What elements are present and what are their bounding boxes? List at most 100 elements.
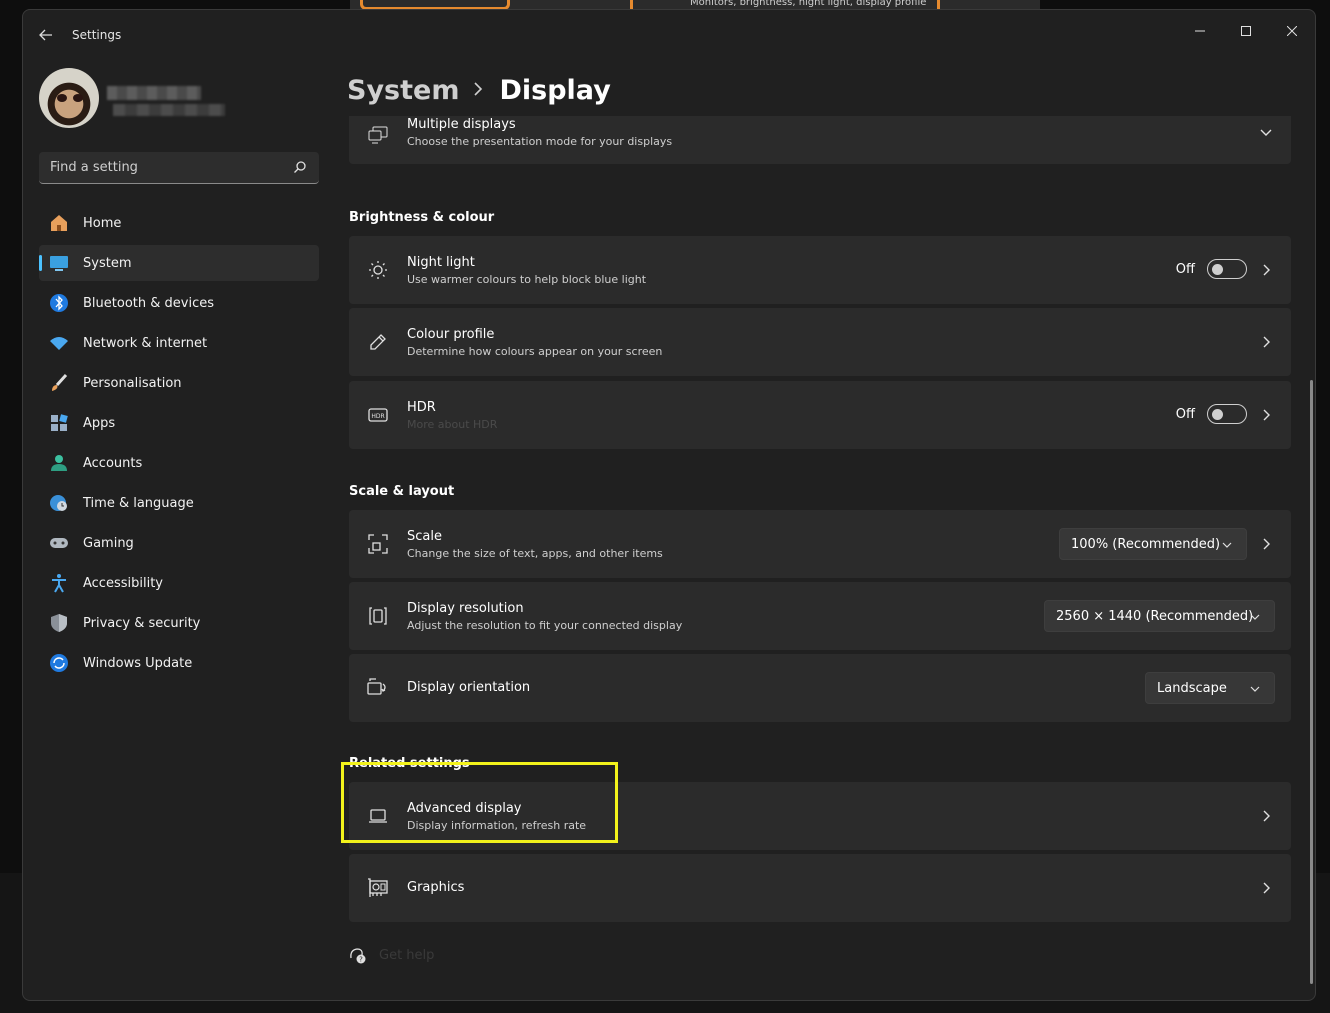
scale-section-title: Scale & layout: [349, 484, 455, 499]
scale-card[interactable]: Scale Change the size of text, apps, and…: [349, 510, 1291, 578]
night-light-card[interactable]: Night light Use warmer colours to help b…: [349, 236, 1291, 304]
resolution-value: 2560 × 1440 (Recommended): [1056, 608, 1254, 624]
scale-value: 100% (Recommended): [1071, 536, 1221, 552]
sidebar-item-label: Personalisation: [83, 375, 182, 391]
chevron-right-icon: [1263, 264, 1270, 276]
sidebar-item-system[interactable]: System: [39, 245, 319, 281]
get-help-link[interactable]: ? Get help: [349, 946, 434, 964]
toggle-knob: [1212, 264, 1223, 275]
chevron-right-icon: [1263, 409, 1270, 421]
search-icon[interactable]: [293, 160, 307, 174]
scale-dropdown[interactable]: 100% (Recommended): [1059, 528, 1247, 560]
hdr-link[interactable]: More about HDR: [407, 418, 497, 431]
multiple-displays-desc: Choose the presentation mode for your di…: [407, 135, 673, 148]
sidebar-item-time-language[interactable]: Time & language: [39, 485, 319, 521]
sidebar-item-label: Gaming: [83, 535, 134, 551]
peek-text: Monitors, brightness, night light, displ…: [690, 0, 927, 8]
back-button[interactable]: [33, 24, 59, 46]
help-icon: ?: [350, 948, 366, 964]
night-light-toggle[interactable]: [1207, 259, 1247, 279]
sidebar-item-label: Home: [83, 215, 122, 231]
maximize-icon: [1241, 26, 1251, 36]
night-light-state: Off: [1175, 261, 1195, 277]
toggle-knob: [1212, 409, 1223, 420]
chevron-right-icon: [1263, 336, 1270, 348]
highlight-box: [341, 762, 618, 843]
sidebar-item-personalisation[interactable]: Personalisation: [39, 365, 319, 401]
breadcrumb-parent[interactable]: System: [347, 75, 459, 106]
sidebar-item-label: Apps: [83, 415, 116, 431]
colour-profile-card[interactable]: Colour profile Determine how colours app…: [349, 308, 1291, 376]
colour-profile-title: Colour profile: [407, 327, 495, 342]
colour-profile-desc: Determine how colours appear on your scr…: [407, 345, 663, 358]
orientation-value: Landscape: [1157, 680, 1227, 696]
sidebar-item-accessibility[interactable]: Accessibility: [39, 565, 319, 601]
sidebar-item-bluetooth[interactable]: Bluetooth & devices: [39, 285, 319, 321]
resolution-icon: [367, 605, 389, 627]
night-light-desc: Use warmer colours to help block blue li…: [407, 273, 647, 286]
sidebar-item-accounts[interactable]: Accounts: [39, 445, 319, 481]
chevron-down-icon: [1250, 686, 1260, 692]
system-icon: [49, 253, 69, 273]
gamepad-icon: [49, 533, 69, 553]
svg-text:?: ?: [359, 956, 363, 964]
hdr-title: HDR: [407, 400, 436, 415]
sidebar-item-label: Windows Update: [83, 655, 193, 671]
graphics-card[interactable]: Graphics: [349, 854, 1291, 922]
search-input[interactable]: [39, 152, 289, 183]
chevron-right-icon: [1263, 810, 1270, 822]
bluetooth-icon: [49, 293, 69, 313]
resolution-card[interactable]: Display resolution Adjust the resolution…: [349, 582, 1291, 650]
avatar-eye: [57, 94, 67, 102]
night-light-toggle-group: Off: [1176, 259, 1247, 279]
hdr-card[interactable]: HDR HDR More about HDR Off: [349, 381, 1291, 449]
chevron-down-icon: [1260, 129, 1272, 136]
night-light-title: Night light: [407, 255, 475, 270]
chevron-down-icon: [1250, 614, 1260, 620]
eyedropper-icon: [367, 331, 389, 353]
minimize-icon: [1195, 30, 1205, 32]
sidebar-item-windows-update[interactable]: Windows Update: [39, 645, 319, 681]
account-email-redacted: [113, 104, 225, 116]
apps-icon: [49, 413, 69, 433]
sidebar-item-label: Bluetooth & devices: [83, 295, 214, 311]
resolution-dropdown[interactable]: 2560 × 1440 (Recommended): [1044, 600, 1275, 632]
sidebar-item-home[interactable]: Home: [39, 205, 319, 241]
orientation-icon: [367, 677, 389, 699]
hdr-toggle[interactable]: [1207, 404, 1247, 424]
resolution-desc: Adjust the resolution to fit your connec…: [407, 619, 683, 632]
scale-title: Scale: [407, 529, 442, 544]
avatar-eye: [73, 94, 83, 102]
graphics-card-icon: [367, 877, 389, 899]
scale-desc: Change the size of text, apps, and other…: [407, 547, 663, 560]
sidebar-item-privacy[interactable]: Privacy & security: [39, 605, 319, 641]
multiple-displays-card[interactable]: Multiple displays Choose the presentatio…: [349, 116, 1291, 164]
scale-icon: [367, 533, 389, 555]
back-arrow-icon: [39, 29, 52, 41]
scrollbar[interactable]: [1310, 380, 1313, 984]
sidebar-item-label: Accounts: [83, 455, 143, 471]
brush-icon: [49, 373, 69, 393]
get-help-text: Get help: [379, 947, 435, 963]
account-name-redacted: [107, 86, 201, 100]
avatar[interactable]: [39, 68, 99, 128]
sidebar-item-apps[interactable]: Apps: [39, 405, 319, 441]
chevron-down-icon: [1222, 542, 1232, 548]
sidebar-item-network[interactable]: Network & internet: [39, 325, 319, 361]
search-box[interactable]: [39, 152, 319, 184]
sidebar-item-label: Accessibility: [83, 575, 163, 591]
globe-clock-icon: [49, 493, 69, 513]
orientation-title: Display orientation: [407, 680, 531, 695]
sun-icon: [367, 259, 389, 281]
breadcrumb: System Display: [347, 70, 611, 110]
sidebar-item-label: Time & language: [83, 495, 194, 511]
close-button[interactable]: [1269, 16, 1315, 46]
maximize-button[interactable]: [1223, 16, 1269, 46]
page-title: Display: [499, 74, 611, 106]
svg-text:HDR: HDR: [371, 413, 384, 420]
app-title: Settings: [72, 28, 122, 42]
orientation-card[interactable]: Display orientation Landscape: [349, 654, 1291, 722]
orientation-dropdown[interactable]: Landscape: [1145, 672, 1275, 704]
minimize-button[interactable]: [1177, 16, 1223, 46]
sidebar-item-gaming[interactable]: Gaming: [39, 525, 319, 561]
